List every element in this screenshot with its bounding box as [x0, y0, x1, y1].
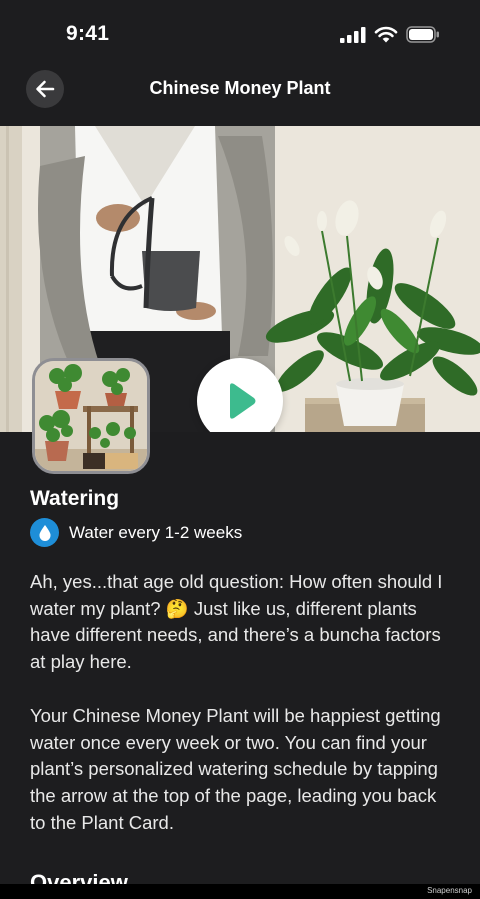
water-drop-badge — [30, 518, 59, 547]
plant-photo — [35, 361, 147, 471]
navigation-bar: Chinese Money Plant — [0, 62, 480, 126]
wifi-icon — [374, 26, 398, 43]
cellular-signal-icon — [340, 26, 366, 43]
status-bar: 9:41 — [0, 0, 480, 62]
watering-frequency-text: Water every 1-2 weeks — [69, 522, 243, 542]
watering-frequency: Water every 1-2 weeks — [30, 518, 242, 547]
battery-icon — [406, 26, 439, 43]
bottom-bar — [0, 884, 480, 899]
water-drop-icon — [38, 524, 51, 541]
next-section-title: Overview — [30, 872, 128, 884]
paragraph-intro: Ah, yes...that age old question: How oft… — [30, 571, 443, 673]
section-title-watering: Watering — [30, 487, 120, 510]
play-icon — [230, 383, 256, 419]
status-icons — [340, 26, 440, 43]
plant-thumbnail — [32, 358, 150, 474]
watermark: Snapensnap — [427, 886, 472, 895]
paragraph-schedule: Your Chinese Money Plant will be happies… — [30, 705, 441, 833]
page-title: Chinese Money Plant — [149, 78, 331, 98]
status-time: 9:41 — [66, 22, 110, 45]
